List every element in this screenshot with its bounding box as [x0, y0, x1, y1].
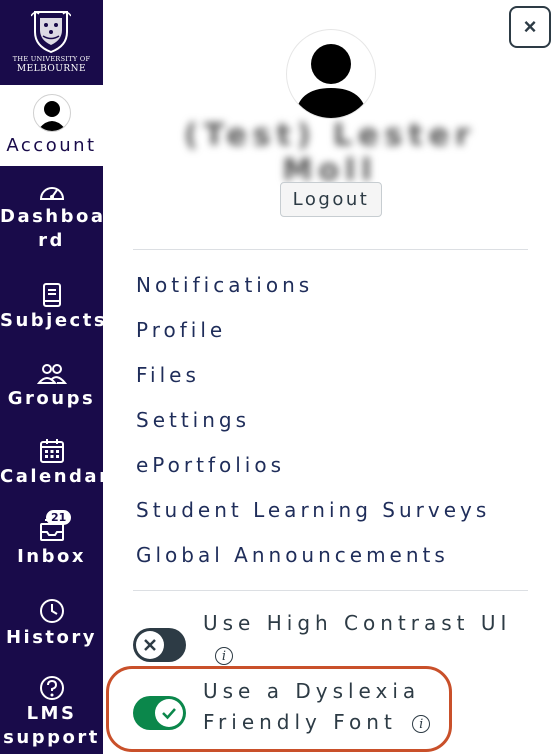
link-eportfolios[interactable]: ePortfolios [136, 450, 490, 495]
dyslexia-font-toggle[interactable] [133, 696, 186, 730]
nav-item-label: Account [6, 135, 97, 156]
close-icon: × [523, 14, 537, 39]
high-contrast-label[interactable]: Use High Contrast UI i [203, 608, 523, 670]
nav-item-groups[interactable]: Groups [0, 362, 103, 422]
check-icon [162, 708, 176, 720]
user-display-name: (Test) Lester Moll [184, 118, 476, 188]
book-icon [42, 283, 61, 307]
nav-item-label-cont: rd [38, 230, 65, 251]
user-avatar-icon [33, 94, 71, 132]
global-navigation: THE UNIVERSITY OF MELBOURNE Account Dash… [0, 0, 111, 754]
nav-item-label: Inbox [17, 546, 86, 567]
link-files[interactable]: Files [136, 360, 490, 405]
nav-item-account[interactable]: Account [0, 85, 103, 166]
nav-item-lms-support[interactable]: LMS support [0, 674, 103, 754]
nav-item-label: Calendar [0, 466, 111, 487]
user-silhouette-icon [295, 44, 367, 118]
link-profile[interactable]: Profile [136, 315, 490, 360]
divider [133, 590, 528, 591]
nav-item-inbox[interactable]: 21 Inbox [0, 510, 103, 578]
link-notifications[interactable]: Notifications [136, 270, 490, 315]
info-icon[interactable]: i [215, 646, 233, 665]
help-icon [39, 676, 64, 700]
university-logo[interactable]: THE UNIVERSITY OF MELBOURNE [0, 0, 103, 85]
option-text-cont: Friendly Font [203, 710, 397, 734]
logout-button[interactable]: Logout [280, 182, 382, 217]
calendar-icon [39, 439, 64, 463]
nav-item-label: Dashboa [0, 206, 106, 227]
option-text: Use High Contrast UI [203, 611, 512, 635]
nav-item-dashboard[interactable]: Dashboa rd [0, 180, 103, 260]
nav-item-label-cont: support [3, 727, 100, 748]
user-avatar-large[interactable] [287, 30, 375, 118]
toggle-knob [136, 631, 164, 659]
nav-item-label: Subjects [0, 310, 108, 331]
inbox-unread-badge: 21 [46, 510, 72, 525]
divider [133, 249, 528, 250]
nav-item-subjects[interactable]: Subjects [0, 282, 108, 342]
nav-item-label: Groups [7, 388, 96, 409]
link-global-announcements[interactable]: Global Announcements [136, 540, 490, 585]
nav-item-history[interactable]: History [0, 597, 103, 657]
account-links-list: Notifications Profile Files Settings ePo… [136, 270, 490, 585]
university-crest-icon [31, 11, 71, 54]
toggle-knob [155, 699, 183, 727]
nav-item-calendar[interactable]: Calendar [0, 438, 111, 498]
option-text: Use a Dyslexia [203, 679, 421, 703]
link-student-learning-surveys[interactable]: Student Learning Surveys [136, 495, 490, 540]
info-icon[interactable]: i [412, 714, 431, 733]
nav-item-label: LMS [26, 703, 77, 724]
logo-line-1: THE UNIVERSITY OF [12, 55, 91, 63]
clock-icon [39, 599, 64, 623]
nav-item-label: History [5, 627, 98, 648]
link-settings[interactable]: Settings [136, 405, 490, 450]
dyslexia-font-label[interactable]: Use a Dyslexia Friendly Font i [203, 676, 523, 738]
high-contrast-toggle[interactable] [133, 628, 186, 662]
x-icon [144, 639, 156, 651]
logo-line-2: MELBOURNE [16, 64, 87, 74]
dashboard-gauge-icon [39, 187, 64, 200]
groups-icon [36, 364, 67, 384]
close-tray-button[interactable]: × [509, 6, 551, 48]
